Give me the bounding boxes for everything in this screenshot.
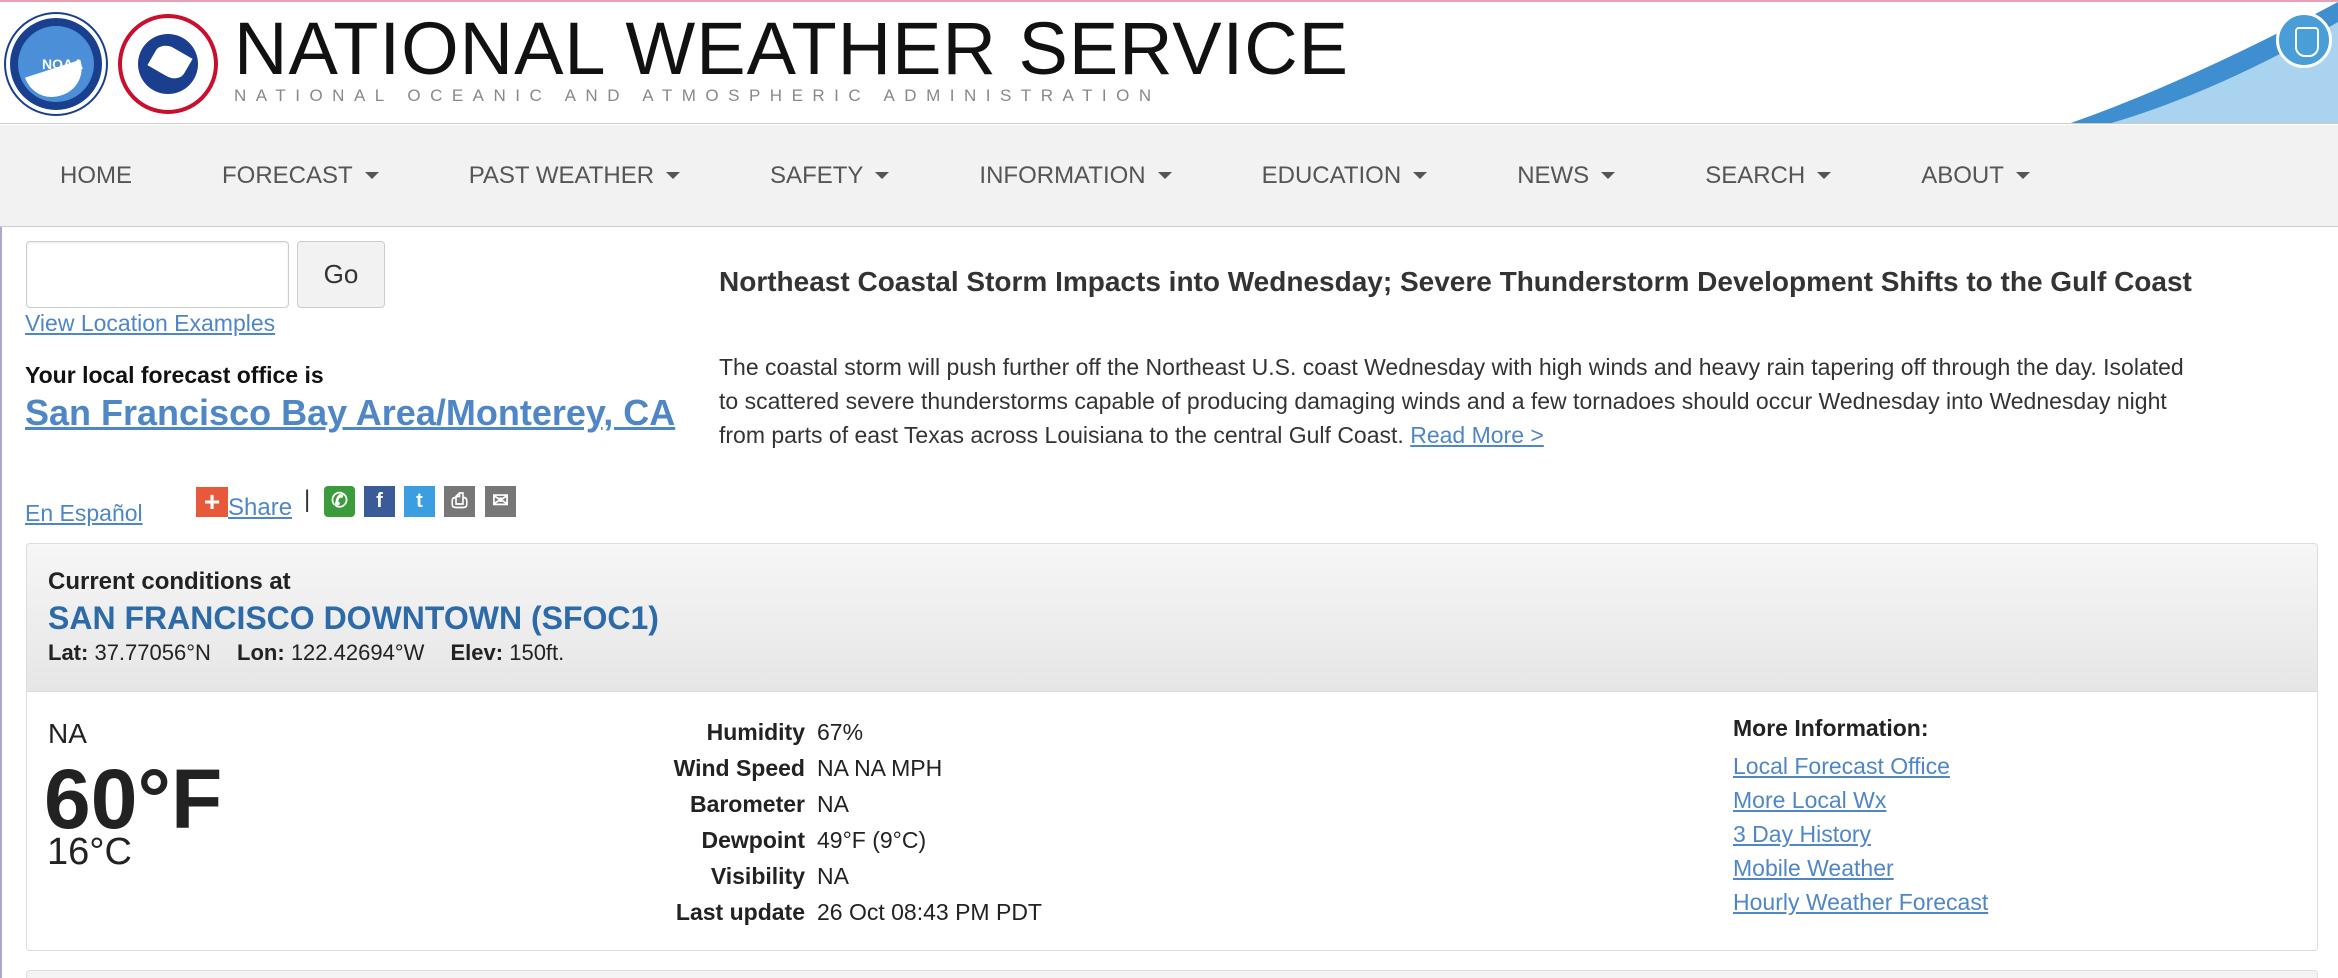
obs-row-barometer: Barometer NA: [617, 786, 1042, 822]
nav-news-label: NEWS: [1517, 161, 1590, 189]
site-title: NATIONAL WEATHER SERVICE: [234, 7, 1349, 90]
obs-label: Visibility: [710, 862, 805, 889]
obs-value: NA: [817, 862, 849, 889]
twitter-icon[interactable]: t: [404, 486, 435, 517]
station-coordinates: Lat: 37.77056°N Lon: 122.42694°W Elev: 1…: [48, 640, 564, 666]
local-office-label: Your local forecast office is: [25, 362, 324, 388]
obs-value: 49°F (9°C): [817, 826, 927, 853]
lon-label: Lon:: [237, 640, 285, 665]
nav-information[interactable]: INFORMATION: [949, 161, 1172, 190]
nav-past-weather-label: PAST WEATHER: [468, 161, 655, 189]
caret-down-icon: [875, 172, 890, 179]
nav-search[interactable]: SEARCH: [1675, 161, 1832, 190]
temperature-c: 16°C: [47, 831, 132, 873]
location-search-input[interactable]: [26, 241, 289, 308]
facebook-icon[interactable]: f: [364, 486, 395, 517]
obs-value: 67%: [817, 718, 864, 745]
obs-row-humidity: Humidity 67%: [617, 714, 1042, 750]
share-separator: |: [304, 486, 311, 513]
nav-safety[interactable]: SAFETY: [740, 161, 890, 190]
obs-row-wind-speed: Wind Speed NA NA MPH: [617, 750, 1042, 786]
whatsapp-icon[interactable]: ✆: [324, 486, 355, 517]
nav-information-label: INFORMATION: [979, 161, 1146, 189]
nav-forecast-label: FORECAST: [222, 161, 353, 189]
nav-home[interactable]: HOME: [30, 162, 132, 190]
station-name: SAN FRANCISCO DOWNTOWN (SFOC1): [48, 600, 659, 636]
obs-row-last-update: Last update 26 Oct 08:43 PM PDT: [617, 894, 1042, 930]
current-conditions-label: Current conditions at: [48, 568, 291, 595]
caret-down-icon: [666, 172, 681, 179]
noaa-logo-text: NOAA: [42, 56, 84, 72]
page-left-border: [0, 227, 2, 978]
caret-down-icon: [1157, 172, 1172, 179]
view-location-examples-link[interactable]: View Location Examples: [25, 310, 275, 337]
hourly-weather-forecast-link[interactable]: Hourly Weather Forecast: [1733, 885, 1988, 919]
more-local-wx-link[interactable]: More Local Wx: [1733, 783, 1988, 817]
main-nav: HOME FORECAST PAST WEATHER SAFETY INFORM…: [0, 125, 2338, 227]
print-icon[interactable]: ⎙: [444, 486, 475, 517]
share-link[interactable]: Share: [228, 494, 292, 522]
read-more-link[interactable]: Read More >: [1410, 422, 1544, 448]
current-conditions-panel: Current conditions at SAN FRANCISCO DOWN…: [26, 543, 2318, 951]
nav-education-label: EDUCATION: [1261, 161, 1402, 189]
obs-value: NA: [817, 790, 849, 817]
commerce-seal-icon[interactable]: [2276, 12, 2332, 68]
nav-search-label: SEARCH: [1705, 161, 1806, 189]
next-panel-edge: [26, 970, 2318, 978]
observations-table: Humidity 67% Wind Speed NA NA MPH Baromete…: [617, 714, 1042, 930]
obs-value: NA NA MPH: [817, 754, 943, 781]
caret-down-icon: [2015, 172, 2030, 179]
caret-down-icon: [364, 172, 379, 179]
obs-label: Last update: [675, 898, 805, 925]
obs-label: Barometer: [689, 790, 805, 817]
nav-about-label: ABOUT: [1921, 161, 2004, 189]
caret-down-icon: [1413, 172, 1428, 179]
more-information-title: More Information:: [1733, 715, 1929, 741]
headline-body: The coastal storm will push further off …: [719, 350, 2199, 452]
caret-down-icon: [1817, 172, 1832, 179]
site-header: NOAA NATIONAL WEATHER SERVICE NATIONAL O…: [0, 2, 2338, 124]
elev-value: 150ft.: [509, 640, 565, 665]
obs-label: Dewpoint: [701, 826, 806, 853]
site-subtitle: NATIONAL OCEANIC AND ATMOSPHERIC ADMINIS…: [234, 86, 1161, 105]
noaa-logo[interactable]: NOAA: [6, 14, 106, 114]
current-conditions-header: Current conditions at SAN FRANCISCO DOWN…: [27, 544, 2317, 692]
nav-about[interactable]: ABOUT: [1891, 162, 2030, 190]
mobile-weather-link[interactable]: Mobile Weather: [1733, 851, 1988, 885]
headline-title: Northeast Coastal Storm Impacts into Wed…: [719, 266, 2192, 297]
three-day-history-link[interactable]: 3 Day History: [1733, 817, 1988, 851]
condition-text: NA: [48, 718, 87, 749]
lat-label: Lat:: [48, 640, 89, 665]
nws-logo[interactable]: [118, 14, 218, 114]
go-button[interactable]: Go: [297, 241, 385, 308]
caret-down-icon: [1601, 172, 1616, 179]
share-plus-icon[interactable]: +: [196, 487, 228, 517]
obs-value: 26 Oct 08:43 PM PDT: [817, 898, 1042, 925]
elev-label: Elev:: [450, 640, 504, 665]
nav-safety-label: SAFETY: [770, 161, 864, 189]
obs-label: Humidity: [706, 718, 805, 745]
nav-past-weather[interactable]: PAST WEATHER: [439, 161, 681, 190]
nav-forecast[interactable]: FORECAST: [192, 162, 379, 190]
nav-news[interactable]: NEWS: [1487, 161, 1616, 190]
local-office-link[interactable]: San Francisco Bay Area/Monterey, CA: [25, 392, 675, 434]
nav-home-label: HOME: [60, 161, 132, 189]
obs-row-dewpoint: Dewpoint 49°F (9°C): [617, 822, 1042, 858]
local-forecast-office-link[interactable]: Local Forecast Office: [1733, 749, 1988, 783]
lon-value: 122.42694°W: [290, 640, 425, 665]
en-espanol-link[interactable]: En Español: [25, 500, 143, 527]
obs-label: Wind Speed: [673, 754, 805, 781]
obs-row-visibility: Visibility NA: [617, 858, 1042, 894]
more-information: More Information: Local Forecast Office …: [1733, 715, 1988, 919]
nav-education[interactable]: EDUCATION: [1232, 162, 1428, 190]
email-icon[interactable]: ✉: [485, 486, 516, 517]
lat-value: 37.77056°N: [94, 640, 211, 665]
